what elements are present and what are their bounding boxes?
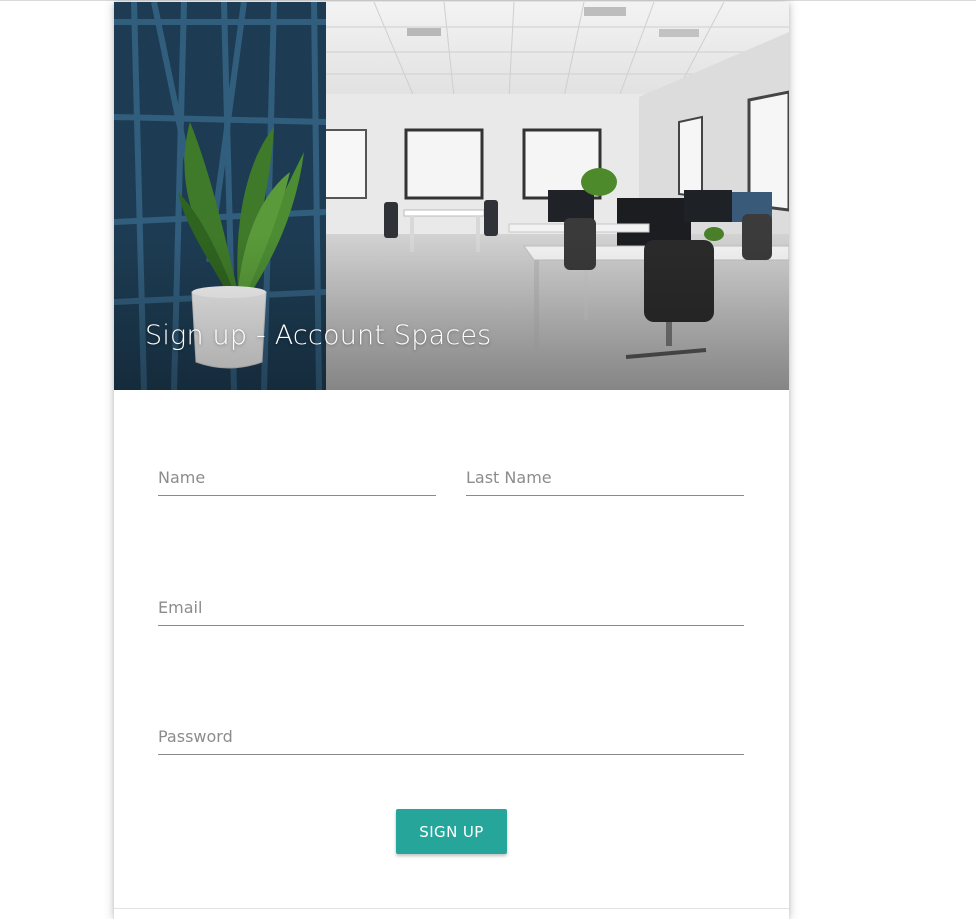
page-title: Sign up - Account Spaces (145, 320, 492, 351)
password-field[interactable] (158, 720, 744, 755)
password-input[interactable] (158, 720, 744, 753)
signup-card: Sign up - Account Spaces SIGN UP (114, 2, 789, 919)
name-field[interactable] (158, 461, 436, 496)
last-name-input[interactable] (466, 461, 744, 494)
name-input[interactable] (158, 461, 436, 494)
sign-up-button[interactable]: SIGN UP (396, 809, 507, 854)
last-name-field[interactable] (466, 461, 744, 496)
email-input[interactable] (158, 591, 744, 624)
top-border (0, 0, 976, 1)
header-image: Sign up - Account Spaces (114, 2, 789, 390)
card-divider (114, 908, 789, 909)
email-field[interactable] (158, 591, 744, 626)
